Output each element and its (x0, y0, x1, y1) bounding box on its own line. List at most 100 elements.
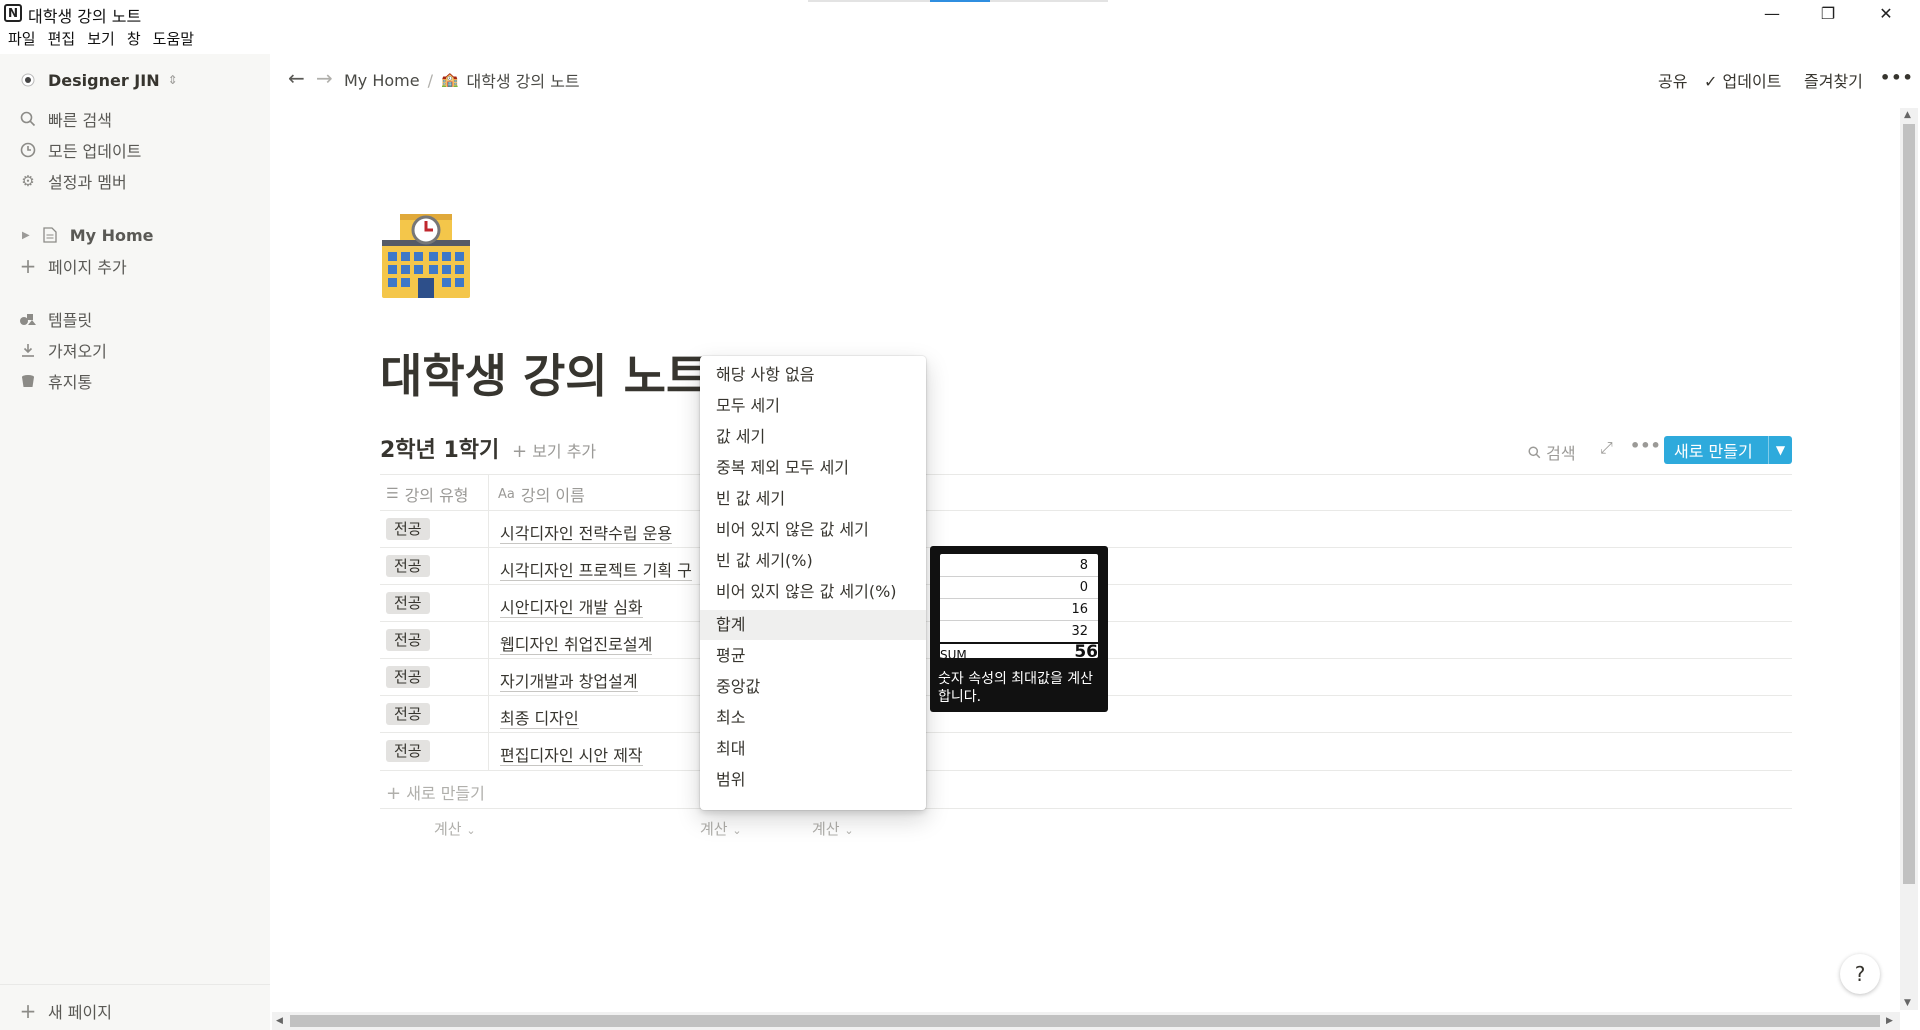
calc-label: 계산 (434, 820, 462, 838)
menu-window[interactable]: 창 (127, 28, 141, 49)
share-button[interactable]: 공유 (1658, 68, 1687, 92)
menu-view[interactable]: 보기 (87, 28, 115, 49)
chevron-down-icon[interactable]: ▼ (1768, 436, 1792, 464)
table-row-name[interactable]: 시각디자인 전략수립 운용 (500, 520, 673, 544)
column-header-name[interactable]: Aa 강의 이름 (498, 482, 585, 506)
more-options-button[interactable]: ••• (1880, 68, 1914, 87)
sidebar-new-page-button[interactable]: + 새 페이지 (18, 998, 112, 1024)
database-view-title[interactable]: 2학년 1학기 (380, 432, 499, 464)
close-button[interactable]: ✕ (1858, 0, 1914, 28)
sidebar-item-label: 설정과 멤버 (48, 173, 127, 192)
type-tag[interactable]: 전공 (386, 518, 430, 540)
menu-item-percent-not-empty[interactable]: 비어 있지 않은 값 세기(%) (700, 577, 926, 607)
sidebar-item-settings[interactable]: ⚙ 설정과 멤버 (18, 168, 127, 194)
search-icon (1528, 444, 1546, 463)
row-name-text: 시각디자인 프로젝트 기획 구 (500, 561, 692, 581)
page-title[interactable]: 대학생 강의 노트 (380, 340, 708, 406)
new-record-button[interactable]: 새로 만들기 ▼ (1664, 436, 1792, 464)
table-header-border (380, 510, 1792, 511)
breadcrumb: My Home / 🏫 대학생 강의 노트 (344, 68, 580, 92)
sidebar-item-quick-search[interactable]: 빠른 검색 (18, 106, 112, 132)
database-more-icon[interactable]: ••• (1630, 436, 1661, 455)
sidebar-item-trash[interactable]: 휴지통 (18, 368, 92, 394)
menu-item-average[interactable]: 평균 (700, 641, 926, 671)
type-tag[interactable]: 전공 (386, 703, 430, 725)
scroll-right-arrow-icon[interactable]: ▶ (1886, 1016, 1893, 1026)
sidebar-item-label: 새 페이지 (48, 1003, 112, 1022)
back-arrow-icon[interactable]: ← (288, 66, 305, 90)
sidebar-item-import[interactable]: 가져오기 (18, 337, 107, 363)
sidebar-add-page[interactable]: + 페이지 추가 (18, 253, 127, 279)
updates-button[interactable]: ✓ 업데이트 (1704, 68, 1781, 92)
database-search-button[interactable]: 검색 (1528, 440, 1576, 464)
table-row-name[interactable]: 자기개발과 창업설계 (500, 668, 638, 692)
school-building-icon[interactable] (380, 210, 472, 302)
menu-item-range[interactable]: 범위 (700, 765, 926, 795)
calc-label: 계산 (700, 820, 728, 838)
type-tag[interactable]: 전공 (386, 629, 430, 651)
type-tag[interactable]: 전공 (386, 666, 430, 688)
column-header-type[interactable]: ☰ 강의 유형 (386, 482, 469, 506)
type-tag[interactable]: 전공 (386, 740, 430, 762)
row-divider (380, 732, 1792, 733)
calculate-dropdown-number[interactable]: 계산 ⌄ (812, 818, 854, 839)
menu-item-count-not-empty[interactable]: 비어 있지 않은 값 세기 (700, 515, 926, 545)
menu-item-sum[interactable]: 합계 (700, 610, 926, 640)
calculate-dropdown-name[interactable]: 계산 ⌄ (700, 818, 742, 839)
download-icon (18, 340, 38, 360)
chevron-down-icon: ⌄ (466, 824, 476, 837)
new-row-button[interactable]: + 새로 만들기 (386, 780, 485, 804)
horizontal-scrollbar-thumb[interactable] (290, 1015, 1880, 1027)
menu-item-median[interactable]: 중앙값 (700, 672, 926, 702)
caret-right-icon[interactable]: ▶ (22, 230, 30, 241)
menu-edit[interactable]: 편집 (48, 28, 76, 49)
favorites-button[interactable]: 즐겨찾기 (1804, 68, 1863, 92)
table-row-name[interactable]: 최종 디자인 (500, 705, 579, 729)
type-tag[interactable]: 전공 (386, 555, 430, 577)
menu-item-percent-empty[interactable]: 빈 값 세기(%) (700, 546, 926, 576)
calculate-dropdown-type[interactable]: 계산 ⌄ (434, 818, 476, 839)
window-title: 대학생 강의 노트 (28, 7, 142, 26)
menu-file[interactable]: 파일 (8, 28, 36, 49)
row-name-text: 웹디자인 취업진로설계 (500, 635, 653, 655)
breadcrumb-current-page[interactable]: 대학생 강의 노트 (466, 68, 579, 92)
row-name-text: 편집디자인 시안 제작 (500, 746, 643, 766)
help-button[interactable]: ? (1840, 954, 1880, 994)
sidebar-item-my-home[interactable]: ▶ My Home (22, 222, 154, 248)
row-divider (380, 770, 1792, 771)
table-row-name[interactable]: 편집디자인 시안 제작 (500, 742, 643, 766)
scroll-down-arrow-icon[interactable]: ▼ (1904, 998, 1911, 1008)
workspace-switcher[interactable]: Designer JIN ⇕ (18, 67, 178, 93)
column-header-label: 강의 유형 (404, 486, 469, 505)
menu-item-count-unique[interactable]: 중복 제외 모두 세기 (700, 453, 926, 483)
expand-icon[interactable]: ⤢ (1600, 438, 1613, 458)
vertical-scrollbar-thumb[interactable] (1903, 124, 1915, 884)
breadcrumb-my-home[interactable]: My Home (344, 71, 420, 90)
menu-help[interactable]: 도움말 (153, 28, 194, 49)
scroll-left-arrow-icon[interactable]: ◀ (276, 1016, 283, 1026)
menu-item-count-values[interactable]: 값 세기 (700, 422, 926, 452)
chevron-updown-icon: ⇕ (167, 73, 178, 87)
scroll-up-arrow-icon[interactable]: ▲ (1904, 110, 1911, 120)
sidebar-item-templates[interactable]: 템플릿 (18, 306, 92, 332)
sidebar-item-all-updates[interactable]: 모든 업데이트 (18, 137, 141, 163)
menu-item-none[interactable]: 해당 사항 없음 (700, 360, 926, 390)
clock-icon (18, 140, 38, 160)
restore-button[interactable]: ❐ (1800, 0, 1856, 28)
forward-arrow-icon[interactable]: → (316, 66, 333, 90)
column-header-label: 강의 이름 (520, 486, 585, 505)
tooltip-value: 32 (1071, 624, 1088, 639)
calculation-menu: 해당 사항 없음 모두 세기 값 세기 중복 제외 모두 세기 빈 값 세기 비… (700, 356, 926, 810)
menu-item-max[interactable]: 최대 (700, 734, 926, 764)
table-row-name[interactable]: 웹디자인 취업진로설계 (500, 631, 653, 655)
breadcrumb-separator: / (427, 70, 433, 90)
table-row-name[interactable]: 시각디자인 프로젝트 기획 구 (500, 557, 692, 581)
minimize-button[interactable]: — (1744, 0, 1800, 28)
menu-item-count-all[interactable]: 모두 세기 (700, 391, 926, 421)
add-view-button[interactable]: + 보기 추가 (512, 438, 596, 462)
menu-item-min[interactable]: 최소 (700, 703, 926, 733)
table-row-name[interactable]: 시안디자인 개발 심화 (500, 594, 643, 618)
menu-item-count-empty[interactable]: 빈 값 세기 (700, 484, 926, 514)
type-tag[interactable]: 전공 (386, 592, 430, 614)
new-record-label: 새로 만들기 (1674, 442, 1753, 461)
